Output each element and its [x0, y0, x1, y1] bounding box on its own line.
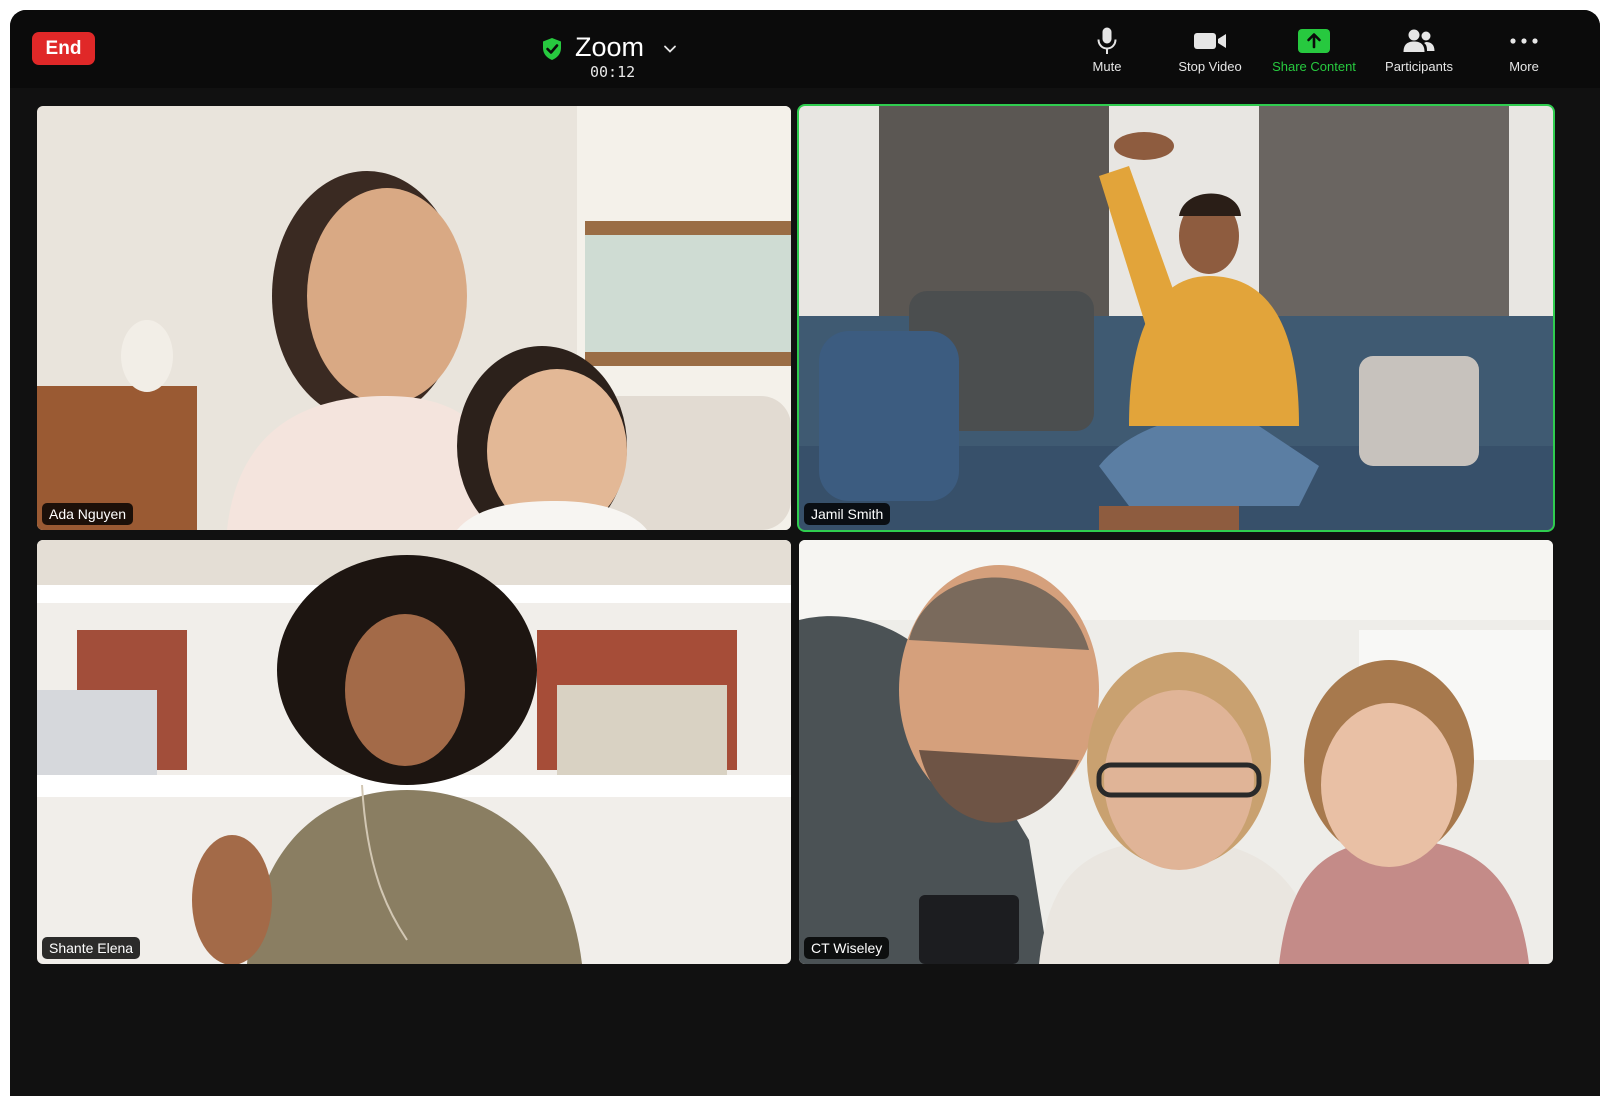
microphone-icon [1097, 27, 1117, 54]
video-tile[interactable]: CT Wiseley [799, 540, 1553, 964]
share-content-label: Share Content [1272, 59, 1356, 74]
meeting-timer: 00:12 [590, 63, 636, 81]
more-button[interactable]: More [1502, 24, 1546, 84]
stop-video-label: Stop Video [1178, 59, 1242, 74]
participant-name-tag: Ada Nguyen [42, 503, 134, 525]
participant-name-tag: Shante Elena [42, 937, 141, 959]
participants-button[interactable]: Participants [1378, 24, 1460, 84]
participant-video-image [799, 540, 1553, 964]
ellipsis-icon [1510, 38, 1538, 44]
meeting-top-bar: End Zoom 00:12 Mute Stop Video Share Con… [10, 10, 1600, 88]
shield-check-icon [543, 38, 561, 60]
chevron-down-icon[interactable] [663, 42, 677, 56]
video-tile-active-speaker[interactable]: Jamil Smith [797, 104, 1555, 532]
share-content-button[interactable]: Share Content [1266, 24, 1362, 84]
mute-label: Mute [1092, 59, 1122, 74]
participants-icon [1403, 29, 1435, 52]
video-camera-icon [1194, 33, 1226, 49]
participant-video-image [799, 106, 1553, 530]
participant-name-tag: CT Wiseley [804, 937, 890, 959]
video-tile[interactable]: Shante Elena [37, 540, 791, 964]
participant-video-image [37, 540, 791, 964]
end-meeting-button[interactable]: End [32, 32, 95, 65]
meeting-window: End Zoom 00:12 Mute Stop Video Share Con… [10, 10, 1600, 1096]
participants-label: Participants [1385, 59, 1453, 74]
participant-name-tag: Jamil Smith [804, 503, 891, 525]
stop-video-button[interactable]: Stop Video [1170, 24, 1250, 84]
mute-button[interactable]: Mute [1082, 24, 1132, 84]
meeting-title-area: Zoom 00:12 [535, 32, 695, 82]
more-label: More [1509, 59, 1539, 74]
participant-video-image [37, 106, 791, 530]
video-tile[interactable]: Ada Nguyen [37, 106, 791, 530]
share-screen-icon [1298, 29, 1330, 53]
app-title: Zoom [575, 32, 645, 62]
